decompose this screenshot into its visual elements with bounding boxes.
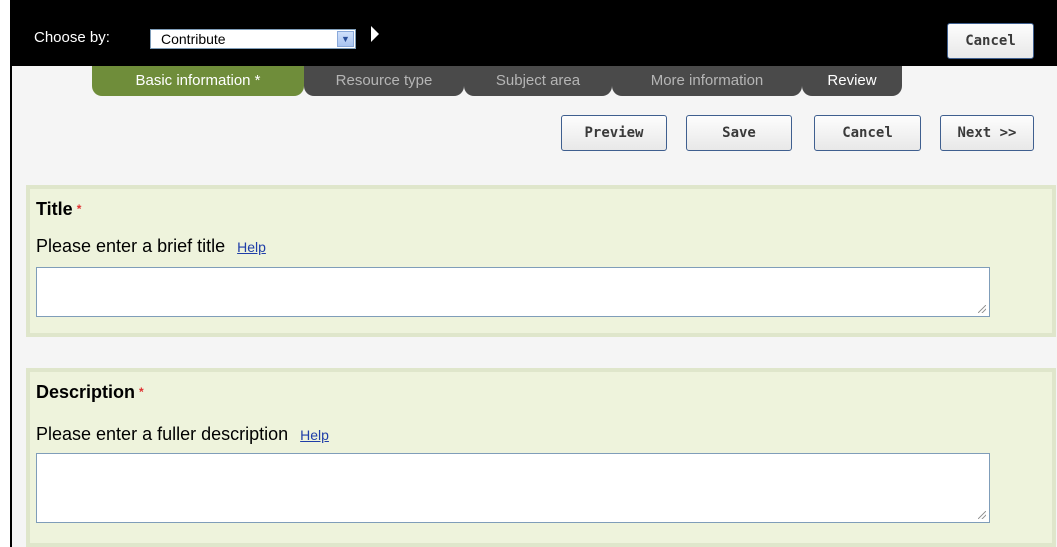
- choose-by-label: Choose by:: [34, 29, 110, 46]
- tab-review[interactable]: Review: [802, 66, 902, 96]
- chevron-down-icon[interactable]: ▼: [337, 31, 354, 47]
- tab-more-information[interactable]: More information: [612, 66, 802, 96]
- title-heading: Title *: [36, 199, 81, 220]
- title-section: Title * Please enter a brief title Help: [26, 185, 1056, 337]
- description-section: Description * Please enter a fuller descr…: [26, 368, 1056, 547]
- title-prompt: Please enter a brief title Help: [36, 236, 266, 257]
- description-heading-text: Description: [36, 382, 136, 402]
- description-prompt: Please enter a fuller description Help: [36, 424, 329, 445]
- required-marker: *: [76, 202, 82, 216]
- contribute-form-window: Choose by: Contribute ▼ Cancel Basic inf…: [10, 0, 1057, 547]
- tab-resource-type[interactable]: Resource type: [304, 66, 464, 96]
- cancel-button[interactable]: Cancel: [814, 115, 921, 151]
- title-heading-text: Title: [36, 199, 73, 219]
- required-marker: *: [139, 385, 144, 399]
- preview-button[interactable]: Preview: [561, 115, 667, 151]
- description-prompt-text: Please enter a fuller description: [36, 424, 289, 444]
- description-heading: Description *: [36, 382, 144, 403]
- tab-basic-information[interactable]: Basic information *: [92, 66, 304, 96]
- description-help-link[interactable]: Help: [300, 427, 329, 443]
- title-help-link[interactable]: Help: [237, 239, 266, 255]
- play-arrow-icon[interactable]: [371, 26, 379, 42]
- save-button[interactable]: Save: [686, 115, 792, 151]
- resize-grip-icon[interactable]: [978, 511, 986, 519]
- title-prompt-text: Please enter a brief title: [36, 236, 226, 256]
- top-toolbar: Choose by: Contribute ▼ Cancel: [12, 0, 1057, 66]
- title-input[interactable]: [36, 267, 990, 317]
- tab-subject-area[interactable]: Subject area: [464, 66, 612, 96]
- resize-grip-icon[interactable]: [978, 305, 986, 313]
- description-input[interactable]: [36, 453, 990, 523]
- choose-by-selected-value: Contribute: [161, 31, 226, 47]
- next-button[interactable]: Next >>: [940, 115, 1034, 151]
- choose-by-select[interactable]: Contribute ▼: [150, 29, 356, 49]
- top-cancel-button[interactable]: Cancel: [947, 23, 1034, 59]
